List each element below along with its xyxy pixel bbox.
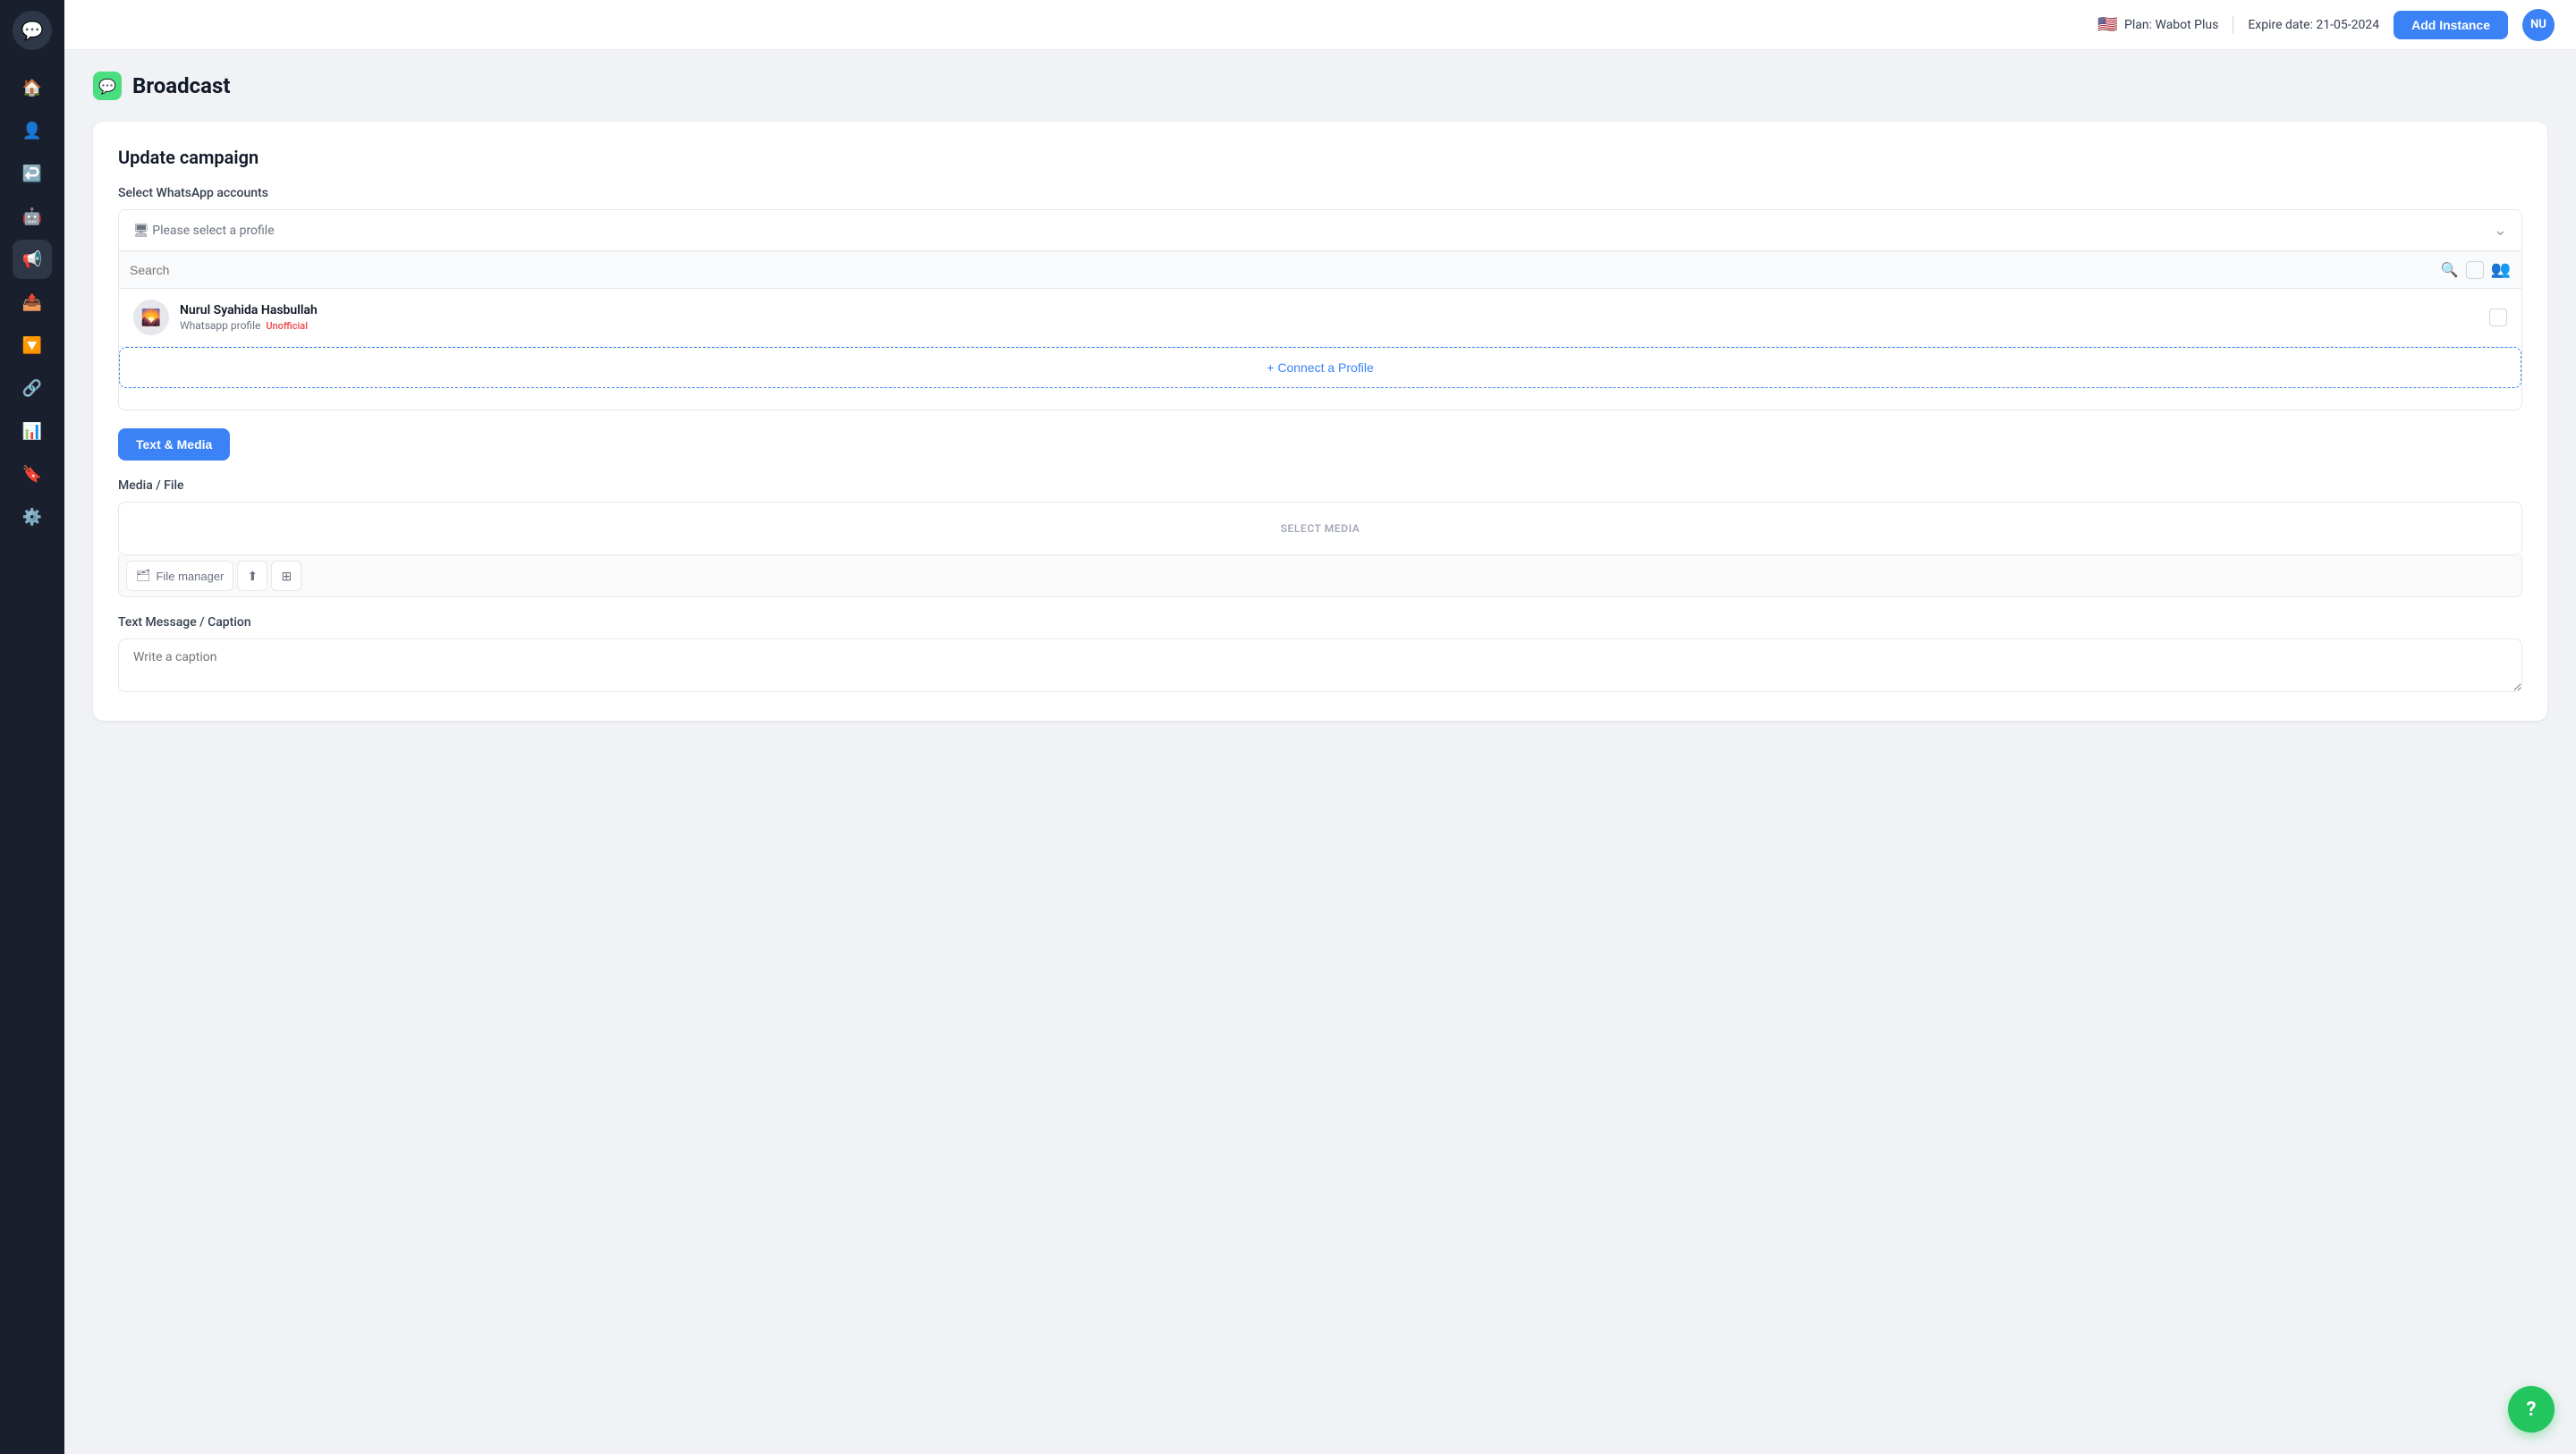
search-icon[interactable]: 🔍 [2441, 261, 2459, 278]
profile-selector-header[interactable]: 🖥 Please select a profile ⌄ [119, 210, 2521, 251]
profile-avatar: 🌄 [133, 300, 169, 335]
select-media-label: SELECT MEDIA [1281, 522, 1360, 535]
sidebar-item-network[interactable]: 🔗 [13, 368, 52, 408]
profile-name: Nurul Syahida Hasbullah [180, 303, 2479, 317]
profile-avatar-emoji: 🌄 [141, 309, 161, 327]
file-manager-label: File manager [157, 570, 225, 583]
avatar[interactable]: NU [2522, 9, 2555, 41]
bot-icon: 🤖 [22, 207, 42, 226]
profile-item: 🌄 Nurul Syahida Hasbullah Whatsapp profi… [119, 289, 2521, 347]
plan-info: 🇺🇸 Plan: Wabot Plus [2097, 18, 2218, 32]
file-manager-icon: 🗂 [136, 569, 151, 583]
profile-search-row: 🔍 👥 [119, 251, 2521, 289]
settings-icon: ⚙️ [22, 508, 42, 527]
add-instance-button[interactable]: Add Instance [2394, 11, 2508, 39]
sidebar-item-contacts[interactable]: 👤 [13, 111, 52, 150]
select-checkbox-icon[interactable] [2466, 261, 2484, 279]
sidebar-item-filter[interactable]: 🔽 [13, 325, 52, 365]
sidebar-item-marker[interactable]: 🔖 [13, 454, 52, 494]
sidebar-item-export[interactable]: 📤 [13, 283, 52, 322]
sidebar: 💬 🏠 👤 ↩️ 🤖 📢 📤 🔽 🔗 📊 🔖 ⚙️ [0, 0, 64, 1454]
unofficial-badge: Unofficial [266, 320, 308, 332]
export-icon: 📤 [22, 293, 42, 312]
broadcast-page-icon: 💬 [98, 78, 116, 95]
profile-select-checkbox[interactable] [2489, 309, 2507, 326]
sidebar-item-analytics[interactable]: 📊 [13, 411, 52, 451]
sidebar-item-reply[interactable]: ↩️ [13, 154, 52, 193]
home-icon: 🏠 [22, 79, 42, 97]
main-area: 🇺🇸 Plan: Wabot Plus Expire date: 21-05-2… [64, 0, 2576, 1454]
grid-button[interactable]: ⊞ [271, 561, 301, 591]
upload-button[interactable]: ⬆ [237, 561, 267, 591]
filter-icon: 🔽 [22, 336, 42, 355]
connect-profile-label: + Connect a Profile [1267, 360, 1373, 375]
tab-row: Text & Media [118, 428, 2522, 461]
marker-icon: 🔖 [22, 465, 42, 484]
help-icon: ? [2527, 1399, 2537, 1421]
whatsapp-section-label: Select WhatsApp accounts [118, 186, 2522, 200]
logo-icon: 💬 [21, 20, 44, 41]
reply-icon: ↩️ [22, 165, 42, 183]
sidebar-item-broadcast[interactable]: 📢 [13, 240, 52, 279]
sidebar-item-home[interactable]: 🏠 [13, 68, 52, 107]
sidebar-item-bot[interactable]: 🤖 [13, 197, 52, 236]
select-all-icon[interactable]: 👥 [2491, 260, 2511, 279]
file-manager-button[interactable]: 🗂 File manager [126, 561, 233, 591]
profile-type-row: Whatsapp profile Unofficial [180, 319, 2479, 332]
analytics-icon: 📊 [22, 422, 42, 441]
broadcast-icon: 📢 [22, 250, 42, 269]
caption-textarea[interactable] [118, 638, 2522, 692]
plan-label: Plan: Wabot Plus [2124, 18, 2218, 32]
upload-icon: ⬆ [248, 569, 258, 584]
media-dropzone[interactable]: SELECT MEDIA [118, 502, 2522, 555]
caption-label: Text Message / Caption [118, 615, 2522, 630]
media-toolbar: 🗂 File manager ⬆ ⊞ [118, 555, 2522, 597]
chevron-down-icon: ⌄ [2494, 221, 2507, 240]
header: 🇺🇸 Plan: Wabot Plus Expire date: 21-05-2… [64, 0, 2576, 50]
content-area: 💬 Broadcast Update campaign Select Whats… [64, 50, 2576, 1454]
main-card: Update campaign Select WhatsApp accounts… [93, 122, 2547, 721]
page-header: 💬 Broadcast [93, 72, 2547, 100]
profile-info: Nurul Syahida Hasbullah Whatsapp profile… [180, 303, 2479, 332]
campaign-title: Update campaign [118, 147, 2522, 168]
help-button[interactable]: ? [2508, 1386, 2555, 1433]
network-icon: 🔗 [22, 379, 42, 398]
profile-selector: 🖥 Please select a profile ⌄ 🔍 👥 🌄 [118, 209, 2522, 410]
connect-profile-button[interactable]: + Connect a Profile [119, 347, 2521, 388]
profile-placeholder-text: 🖥 Please select a profile [133, 224, 275, 238]
media-section-label: Media / File [118, 478, 2522, 493]
profile-search-input[interactable] [130, 263, 2434, 277]
sidebar-item-settings[interactable]: ⚙️ [13, 497, 52, 537]
flag-icon: 🇺🇸 [2097, 18, 2117, 32]
grid-icon: ⊞ [282, 569, 292, 584]
page-icon: 💬 [93, 72, 122, 100]
page-title: Broadcast [132, 73, 230, 98]
sidebar-logo[interactable]: 💬 [13, 11, 52, 50]
tab-text-media[interactable]: Text & Media [118, 428, 230, 461]
contacts-icon: 👤 [22, 122, 42, 140]
profile-type-label: Whatsapp profile [180, 319, 260, 332]
profile-placeholder: 🖥 Please select a profile [133, 224, 275, 238]
expire-label: Expire date: 21-05-2024 [2248, 18, 2379, 32]
